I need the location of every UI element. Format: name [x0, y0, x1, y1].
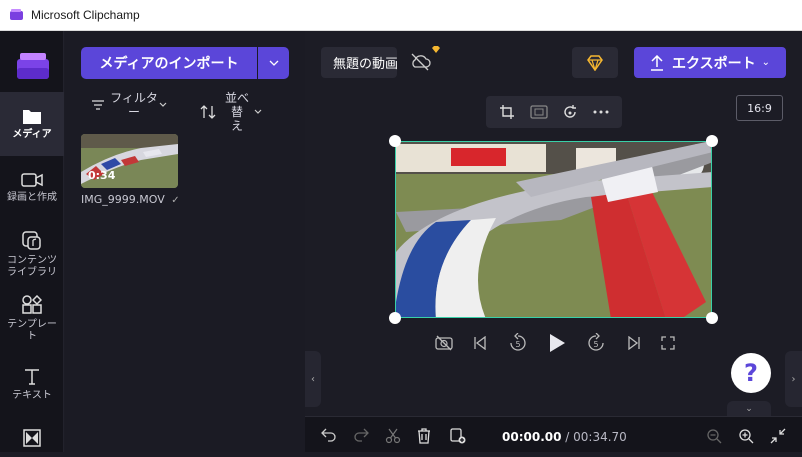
rail-item-media[interactable]: メディア — [0, 92, 64, 156]
export-label: エクスポート — [672, 55, 756, 72]
project-name-field[interactable]: 無題の動画 — [321, 47, 397, 78]
resize-handle-bottom-right[interactable] — [706, 312, 718, 324]
fit-timeline-icon[interactable] — [770, 428, 786, 444]
aspect-ratio-button[interactable]: 16:9 — [736, 95, 783, 121]
timeline-toolbar: 00:00.00 / 00:34.70 — [305, 416, 802, 452]
total-time: 00:34.70 — [573, 430, 627, 444]
rail-item-label: 録画と作成 — [7, 192, 57, 203]
playback-controls: 5 5 — [435, 331, 675, 355]
content-library-icon — [22, 231, 41, 250]
fullscreen-icon[interactable] — [661, 336, 675, 350]
rail-item-templates[interactable]: テンプレー ト — [0, 287, 64, 351]
resize-handle-top-left[interactable] — [389, 135, 401, 147]
media-thumbnail[interactable]: 0:34 — [81, 134, 178, 188]
zoom-in-icon[interactable] — [738, 428, 754, 444]
video-camera-icon — [21, 173, 43, 187]
chevron-right-icon: › — [791, 373, 796, 385]
window-title: Microsoft Clipchamp — [31, 8, 140, 22]
fit-icon[interactable] — [530, 105, 548, 119]
rotate-icon[interactable] — [562, 104, 578, 120]
clipchamp-app-logo-icon — [17, 53, 49, 79]
rail-item-label: コンテンツ ライブラリ — [7, 255, 57, 278]
video-frame-image — [396, 142, 711, 317]
forward-5s-icon[interactable]: 5 — [586, 333, 606, 353]
chevron-down-icon: ⌄ — [761, 57, 770, 68]
filter-button[interactable]: フィルタ ー — [91, 91, 167, 119]
more-options-icon[interactable] — [593, 110, 609, 114]
snapshot-off-icon[interactable] — [435, 335, 453, 351]
rail-item-record-create[interactable]: 録画と作成 — [0, 156, 64, 220]
templates-icon — [22, 295, 42, 314]
premium-gem-icon — [587, 54, 603, 71]
duplicate-icon[interactable] — [450, 428, 466, 444]
rail-item-content-library[interactable]: コンテンツ ライブラリ — [0, 223, 64, 287]
left-nav-rail: メディア 録画と作成 コンテンツ ライブラリ テンプレー ト テキスト — [0, 31, 64, 452]
undo-icon[interactable] — [321, 428, 337, 442]
time-separator: / — [561, 430, 574, 444]
delete-icon[interactable] — [417, 428, 431, 444]
import-media-button[interactable]: メディアのインポート — [81, 47, 257, 79]
help-button[interactable]: ? — [731, 353, 771, 393]
skip-to-start-icon[interactable] — [473, 336, 487, 350]
chevron-down-icon — [254, 109, 262, 114]
chevron-down-icon: ⌄ — [745, 403, 753, 414]
rail-item-label: テキスト — [12, 390, 52, 401]
rewind-5s-icon[interactable]: 5 — [508, 333, 528, 353]
sort-icon — [200, 105, 216, 119]
zoom-out-icon[interactable] — [706, 428, 722, 444]
video-preview[interactable] — [395, 141, 712, 318]
collapse-right-panel-button[interactable]: › — [785, 351, 802, 407]
resize-handle-top-right[interactable] — [706, 135, 718, 147]
rail-item-label: メディア — [12, 129, 52, 140]
media-duration: 0:34 — [88, 169, 116, 182]
premium-gem-icon — [432, 46, 440, 53]
media-filename: IMG_9999.MOV ✓ — [81, 193, 180, 206]
clipchamp-logo-icon — [10, 8, 23, 22]
media-panel: メディアのインポート フィルタ ー 並べ替 え 0:34 IMG_9999.MO… — [65, 31, 305, 452]
cloud-sync-off-icon[interactable] — [409, 53, 431, 71]
redo-icon[interactable] — [353, 428, 369, 442]
media-filename-text: IMG_9999.MOV — [81, 193, 165, 206]
svg-text:5: 5 — [515, 340, 520, 349]
rail-item-label: テンプレー ト — [7, 319, 57, 342]
split-scissors-icon[interactable] — [385, 428, 401, 444]
folder-icon — [23, 110, 41, 124]
transitions-icon — [23, 429, 41, 447]
expand-timeline-button[interactable]: ⌄ — [727, 401, 771, 416]
crop-icon[interactable] — [499, 104, 515, 120]
filter-label: フィルタ ー — [110, 91, 158, 119]
sort-button[interactable]: 並べ替 え — [200, 91, 262, 133]
current-time: 00:00.00 — [502, 430, 562, 444]
svg-text:5: 5 — [594, 340, 599, 349]
rail-item-text[interactable]: テキスト — [0, 353, 64, 417]
chevron-down-icon — [159, 102, 167, 107]
preview-edit-toolbar — [486, 96, 622, 128]
upload-icon — [651, 54, 663, 71]
sort-label: 並べ替 え — [224, 91, 249, 133]
checkmark-icon: ✓ — [171, 195, 180, 206]
text-icon — [25, 369, 39, 385]
chevron-down-icon — [269, 60, 278, 66]
resize-handle-bottom-left[interactable] — [389, 312, 401, 324]
premium-upgrade-button[interactable] — [572, 47, 618, 78]
window-title-bar: Microsoft Clipchamp — [0, 0, 802, 31]
import-options-dropdown[interactable] — [258, 47, 289, 79]
export-button[interactable]: エクスポート ⌄ — [634, 47, 786, 78]
collapse-left-panel-button[interactable]: ‹ — [305, 351, 321, 407]
chevron-left-icon: ‹ — [311, 373, 315, 385]
timecode: 00:00.00 / 00:34.70 — [502, 430, 627, 444]
editor-main: 無題の動画 エクスポート ⌄ 16:9 5 5 ‹ › ? ⌄ — [305, 31, 802, 416]
play-icon[interactable] — [548, 333, 566, 353]
skip-to-end-icon[interactable] — [627, 336, 641, 350]
filter-icon — [92, 100, 104, 110]
rail-item-transitions[interactable] — [0, 417, 64, 457]
